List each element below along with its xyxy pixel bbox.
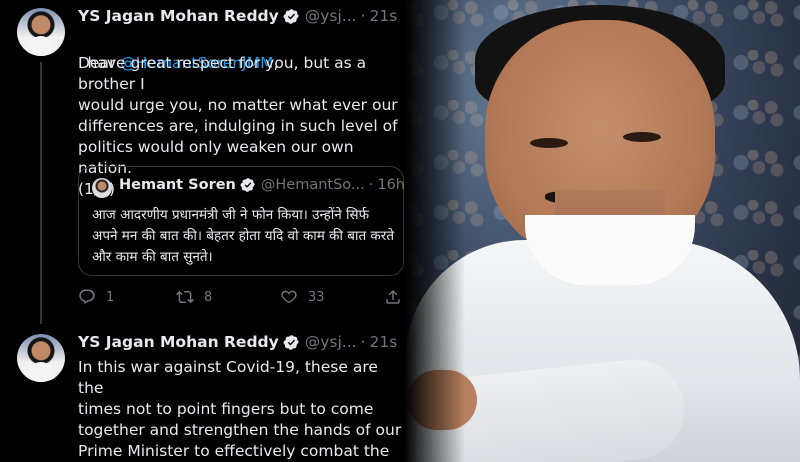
author-name[interactable]: YS Jagan Mohan Reddy xyxy=(78,7,279,25)
author-handle[interactable]: @ysj... xyxy=(305,333,357,351)
avatar[interactable] xyxy=(17,8,65,56)
reply-button[interactable]: 1 xyxy=(78,288,114,306)
like-button[interactable]: 33 xyxy=(280,288,325,306)
separator-dot: · xyxy=(360,333,366,351)
reply-icon xyxy=(79,289,95,305)
retweet-count: 8 xyxy=(204,289,213,305)
photo-edge-fade xyxy=(405,0,465,462)
quoted-timestamp: 16h xyxy=(377,177,405,193)
quoted-tweet-card[interactable]: Hemant Soren @HemantSo... · 16h आज आदरणी… xyxy=(78,166,405,276)
verified-badge-icon xyxy=(283,334,299,350)
verified-badge-icon xyxy=(240,178,255,192)
portrait-eye-left xyxy=(530,138,568,148)
avatar[interactable] xyxy=(17,334,65,382)
quoted-tweet-header: Hemant Soren @HemantSo... · 16h xyxy=(119,177,405,193)
tweet-header: YS Jagan Mohan Reddy @ysj... · 21s xyxy=(78,333,397,351)
reply-count: 1 xyxy=(106,289,115,305)
share-button[interactable] xyxy=(384,288,405,306)
tweet-thread-panel: YS Jagan Mohan Reddy @ysj... · 21s Dear … xyxy=(0,0,405,462)
tweet-text: In this war against Covid-19, these are … xyxy=(78,358,402,460)
like-count: 33 xyxy=(308,289,325,305)
like-icon xyxy=(281,290,297,304)
separator-dot: · xyxy=(360,7,366,25)
tweet-header: YS Jagan Mohan Reddy @ysj... · 21s xyxy=(78,7,397,25)
thread-connector-line xyxy=(40,62,42,324)
quoted-tweet-text: आज आदरणीय प्रधानमंत्री जी ने फोन किया। उ… xyxy=(92,207,395,265)
timestamp[interactable]: 21s xyxy=(370,333,398,351)
quoted-author-handle: @HemantSo... xyxy=(260,177,365,193)
timestamp[interactable]: 21s xyxy=(370,7,398,25)
tweet-action-bar: 1 8 33 xyxy=(78,288,404,312)
retweet-icon xyxy=(176,290,194,304)
separator-dot: · xyxy=(368,177,374,193)
photo-portrait xyxy=(405,0,800,462)
quoted-author-name: Hemant Soren xyxy=(119,177,236,193)
verified-badge-icon xyxy=(283,8,299,24)
quoted-avatar xyxy=(92,178,112,198)
portrait-eye-right xyxy=(623,132,661,142)
retweet-button[interactable]: 8 xyxy=(176,288,212,306)
author-name[interactable]: YS Jagan Mohan Reddy xyxy=(78,333,279,351)
share-icon xyxy=(386,289,400,304)
author-handle[interactable]: @ysj... xyxy=(305,7,357,25)
